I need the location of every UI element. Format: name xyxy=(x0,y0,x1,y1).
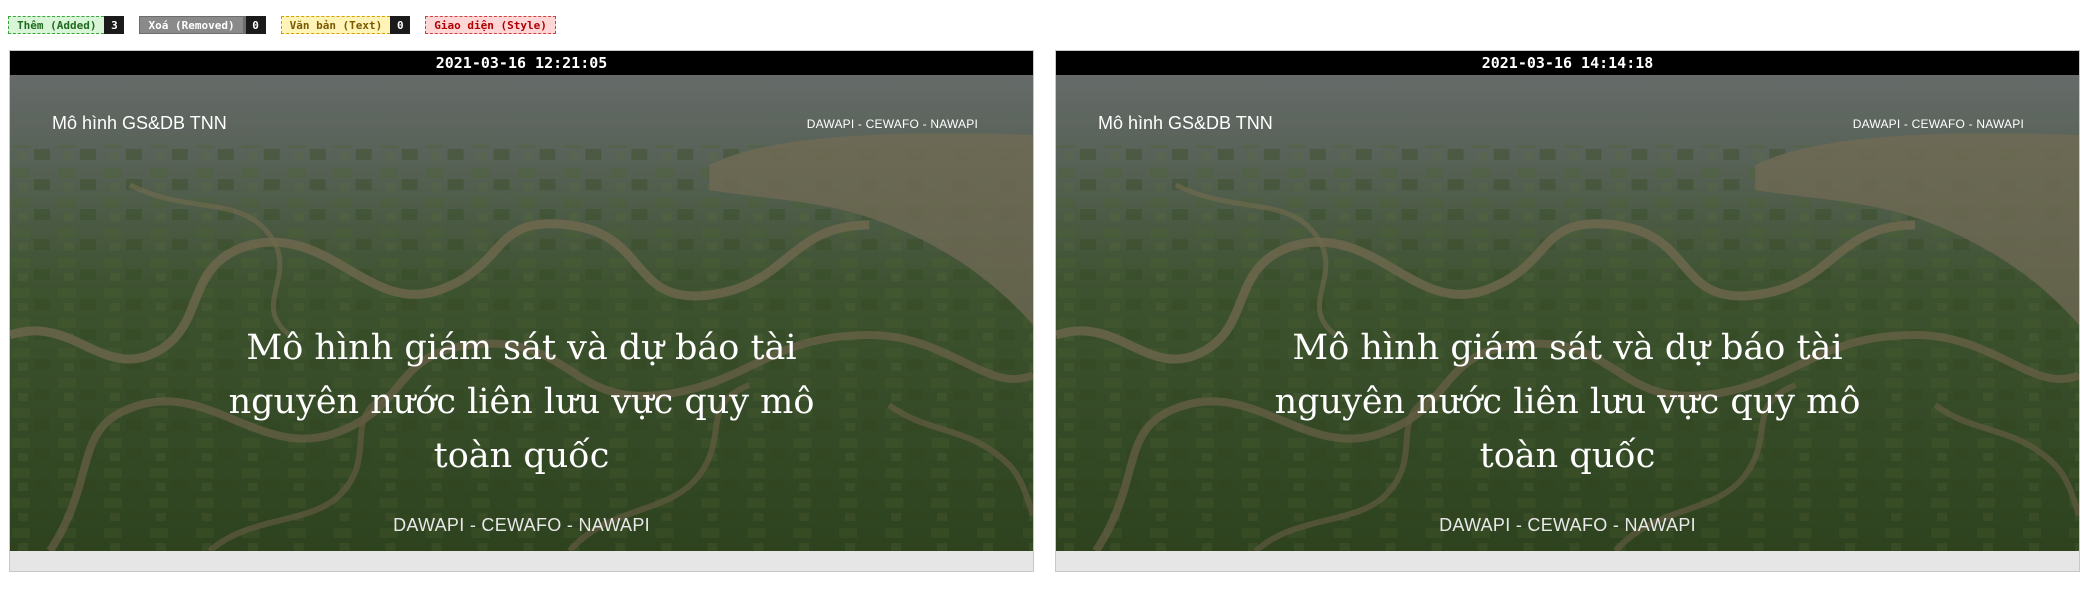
panel-footer xyxy=(10,551,1033,571)
site-nav-link[interactable]: DAWAPI - CEWAFO - NAWAPI xyxy=(1853,117,2024,131)
hero-subtitle: DAWAPI - CEWAFO - NAWAPI xyxy=(1439,515,1696,535)
site-title[interactable]: Mô hình GS&DB TNN xyxy=(1098,113,1273,134)
panel-footer xyxy=(1056,551,2079,571)
timestamp-bar: 2021-03-16 12:21:05 xyxy=(10,51,1033,75)
legend-removed: Xoá (Removed) 0 xyxy=(139,16,266,34)
screenshot-panel-before: 2021-03-16 12:21:05 Mô hình GS&DB TNN DA… xyxy=(9,50,1034,572)
page-screenshot: Mô hình GS&DB TNN DAWAPI - CEWAFO - NAWA… xyxy=(10,75,1033,551)
legend-text-count: 0 xyxy=(390,16,411,34)
legend-style: Giao diện (Style) xyxy=(425,16,556,34)
site-title[interactable]: Mô hình GS&DB TNN xyxy=(52,113,227,134)
legend-added-label: Thêm (Added) xyxy=(8,16,105,34)
hero-subtitle: DAWAPI - CEWAFO - NAWAPI xyxy=(393,515,650,535)
timestamp-bar: 2021-03-16 14:14:18 xyxy=(1056,51,2079,75)
diff-legend: Thêm (Added) 3 Xoá (Removed) 0 Văn bản (… xyxy=(8,15,571,35)
legend-style-label: Giao diện (Style) xyxy=(425,16,556,34)
hero-heading: Mô hình giám sát và dự báo tài nguyên nư… xyxy=(228,328,815,476)
screenshot-panel-after: 2021-03-16 14:14:18 Mô hình GS&DB TNN DA… xyxy=(1055,50,2080,572)
legend-removed-count: 0 xyxy=(245,16,266,34)
legend-text: Văn bản (Text) 0 xyxy=(280,16,411,34)
hero-heading: Mô hình giám sát và dự báo tài nguyên nư… xyxy=(1274,328,1861,476)
legend-added: Thêm (Added) 3 xyxy=(8,16,125,34)
site-nav-link[interactable]: DAWAPI - CEWAFO - NAWAPI xyxy=(807,117,978,131)
page-screenshot: Mô hình GS&DB TNN DAWAPI - CEWAFO - NAWA… xyxy=(1056,75,2079,551)
legend-removed-label: Xoá (Removed) xyxy=(139,16,246,34)
legend-text-label: Văn bản (Text) xyxy=(280,16,391,34)
legend-added-count: 3 xyxy=(104,16,125,34)
